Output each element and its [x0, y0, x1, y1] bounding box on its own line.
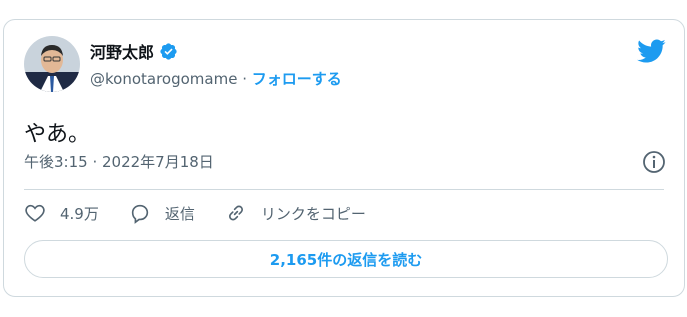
like-count: 4.9万 [60, 204, 99, 223]
meta-separator: · [87, 153, 102, 171]
action-bar: 4.9万 返信 リンクをコピー [24, 202, 396, 224]
copy-link-button[interactable]: リンクをコピー [225, 202, 366, 224]
follow-button[interactable]: フォローする [252, 70, 342, 88]
handle-row: @konotarogomame · フォローする [90, 68, 342, 89]
like-button[interactable]: 4.9万 [24, 202, 99, 224]
link-icon [228, 205, 243, 221]
reply-label: 返信 [164, 204, 195, 223]
reply-icon [131, 204, 149, 224]
heart-icon [25, 204, 45, 222]
read-replies-button[interactable]: 2,165件の返信を読む [24, 240, 668, 278]
author-name[interactable]: 河野太郎 [90, 39, 154, 63]
verified-badge-icon [160, 42, 177, 60]
avatar-photo [24, 36, 80, 92]
info-icon[interactable] [642, 150, 666, 174]
reply-button[interactable]: 返信 [129, 202, 195, 224]
handle-separator: · [237, 70, 252, 88]
avatar[interactable] [24, 36, 80, 92]
tweet-timestamp[interactable]: 午後3:15 · 2022年7月18日 [24, 151, 214, 172]
tweet-time: 午後3:15 [24, 153, 88, 171]
tweet-card: 河野太郎 @konotarogomame · フォローする やあ。 午後3:15… [3, 19, 685, 297]
author-handle[interactable]: @konotarogomame [90, 70, 237, 88]
tweet-text: やあ。 [24, 122, 91, 147]
author-name-row: 河野太郎 [90, 39, 178, 63]
twitter-bird-icon[interactable] [636, 36, 666, 66]
copy-link-label: リンクをコピー [260, 204, 366, 223]
divider [24, 189, 664, 190]
tweet-date: 2022年7月18日 [102, 153, 214, 171]
